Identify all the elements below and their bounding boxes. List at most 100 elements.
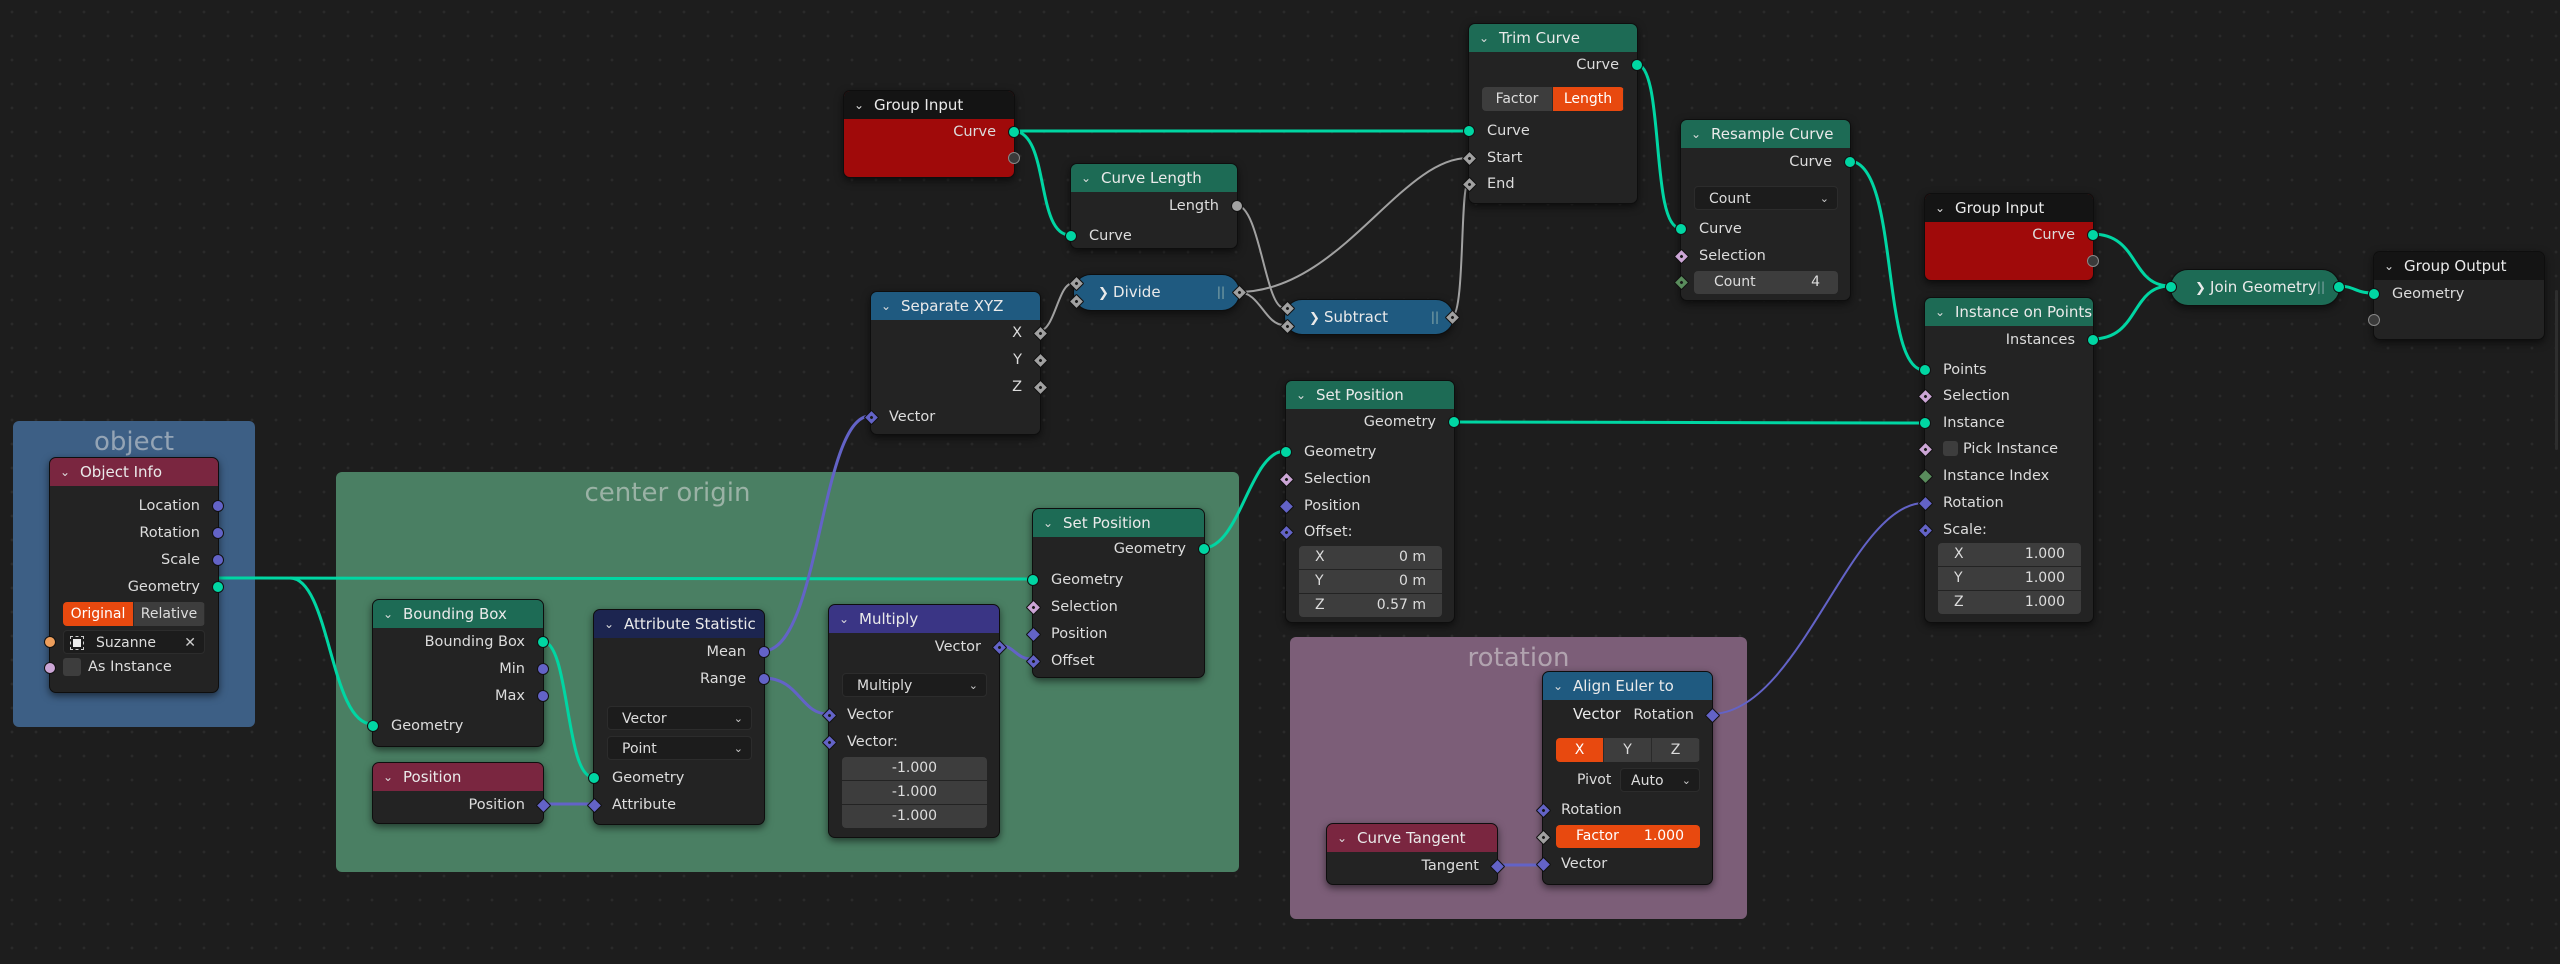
chevron-down-icon[interactable]: ⌄	[854, 91, 864, 119]
axis-y-button[interactable]: Y	[1604, 738, 1652, 762]
chevron-right-icon[interactable]: ❯	[1098, 286, 1113, 301]
socket-length[interactable]	[1231, 200, 1243, 212]
socket-as-instance[interactable]	[44, 662, 56, 674]
socket-geometry-in[interactable]	[2368, 288, 2380, 300]
node-object-info[interactable]: ⌄ Object Info Location Rotation Scale Geo…	[44, 457, 224, 693]
chevron-down-icon[interactable]: ⌄	[1691, 120, 1701, 148]
socket-scale[interactable]	[212, 554, 224, 566]
node-header[interactable]: ⌄ Group Input	[1925, 194, 2093, 222]
length-button[interactable]: Length	[1553, 87, 1624, 111]
scale-y-field[interactable]: Y 1.000	[1938, 567, 2081, 590]
node-group-input-1[interactable]: ⌄ Group Input Curve	[843, 90, 1020, 178]
node-header[interactable]: ⌄ Set Position	[1286, 381, 1454, 409]
socket-curve-out[interactable]	[1631, 59, 1643, 71]
chevron-down-icon[interactable]: ⌄	[1935, 298, 1945, 326]
socket-instance-in[interactable]	[1919, 417, 1931, 429]
axis-z-button[interactable]: Z	[1652, 738, 1700, 762]
node-header[interactable]: ⌄ Separate XYZ	[871, 292, 1040, 320]
pivot-dropdown[interactable]: Auto ⌄	[1620, 768, 1700, 792]
node-join-geometry[interactable]: ❯ Join Geometry ||	[2165, 269, 2345, 306]
socket-min[interactable]	[537, 663, 549, 675]
node-instance-on-points[interactable]: ⌄ Instance on Points Instances Points Sel…	[1917, 297, 2099, 623]
node-curve-length[interactable]: ⌄ Curve Length Length Curve	[1065, 163, 1243, 249]
socket-out[interactable]	[1231, 284, 1248, 301]
node-header[interactable]: ⌄ Bounding Box	[373, 600, 543, 628]
domain-dropdown[interactable]: Point ⌄	[607, 736, 752, 760]
socket-empty[interactable]	[2087, 255, 2099, 267]
node-header[interactable]: ⌄ Curve Length	[1071, 164, 1237, 192]
socket-geometry-in[interactable]	[1027, 574, 1039, 586]
chevron-down-icon[interactable]: ⌄	[839, 605, 849, 633]
node-header[interactable]: ⌄ Position	[373, 763, 543, 791]
node-header[interactable]: ⌄ Multiply	[829, 605, 999, 633]
node-header[interactable]: ⌄ Object Info	[50, 458, 218, 486]
socket-geometry[interactable]	[212, 581, 224, 593]
socket-curve[interactable]	[1008, 126, 1020, 138]
node-trim-curve[interactable]: ⌄ Trim Curve Curve Factor Length Curve St…	[1461, 23, 1643, 204]
resample-mode-dropdown[interactable]: Count ⌄	[1694, 186, 1838, 210]
socket-object[interactable]	[44, 636, 56, 648]
vector-x-field[interactable]: -1.000	[842, 757, 987, 780]
socket-in-1[interactable]	[1279, 300, 1296, 317]
data-type-dropdown[interactable]: Vector ⌄	[607, 706, 752, 730]
socket-max[interactable]	[537, 690, 549, 702]
socket-range[interactable]	[758, 673, 770, 685]
chevron-right-icon[interactable]: ❯	[1309, 311, 1324, 326]
node-header[interactable]: ⌄ Instance on Points	[1925, 298, 2093, 326]
node-multiply[interactable]: ⌄ Multiply Vector Multiply ⌄ Vector Vector…	[821, 604, 1008, 838]
chevron-down-icon[interactable]: ⌄	[1081, 164, 1091, 192]
socket-count-in[interactable]	[1673, 274, 1690, 291]
node-header[interactable]: ⌄ Attribute Statistic	[594, 610, 764, 638]
chevron-down-icon[interactable]: ⌄	[1935, 194, 1945, 222]
socket-curve-out[interactable]	[1844, 156, 1856, 168]
node-header[interactable]: ⌄ Curve Tangent	[1327, 824, 1497, 852]
socket-geometry-in[interactable]	[367, 720, 379, 732]
node-attribute-statistic[interactable]: ⌄ Attribute Statistic Mean Range Vector ⌄ …	[586, 609, 770, 825]
socket-empty[interactable]	[1008, 152, 1020, 164]
scale-z-field[interactable]: Z 1.000	[1938, 591, 2081, 614]
socket-mean[interactable]	[758, 646, 770, 658]
node-bounding-box[interactable]: ⌄ Bounding Box Bounding Box Min Max Geome…	[367, 599, 549, 747]
object-field[interactable]: Suzanne ✕	[63, 630, 205, 654]
node-subtract[interactable]: ❯ Subtract ||	[1279, 299, 1461, 335]
chevron-down-icon[interactable]: ⌄	[1553, 672, 1563, 700]
socket-instances-out[interactable]	[2087, 334, 2099, 346]
socket-geometry-out[interactable]	[1198, 543, 1210, 555]
chevron-down-icon[interactable]: ⌄	[604, 610, 614, 638]
vertical-scrollbar[interactable]	[2555, 290, 2558, 450]
chevron-down-icon[interactable]: ⌄	[1296, 381, 1306, 409]
node-separate-xyz[interactable]: ⌄ Separate XYZ X Y Z Vector	[863, 291, 1049, 435]
node-header[interactable]: ⌄ Group Input	[844, 91, 1014, 119]
node-header[interactable]: ⌄ Set Position	[1033, 509, 1204, 537]
node-header[interactable]: ⌄ Trim Curve	[1469, 24, 1637, 52]
node-header[interactable]: ⌄ Group Output	[2374, 252, 2544, 280]
node-resample-curve[interactable]: ⌄ Resample Curve Curve Count ⌄ Curve Selec…	[1673, 119, 1856, 301]
socket-empty[interactable]	[2368, 314, 2380, 326]
socket-in-2[interactable]	[1068, 293, 1085, 310]
socket-curve-in[interactable]	[1463, 125, 1475, 137]
vector-z-field[interactable]: -1.000	[842, 805, 987, 828]
socket-geometry-in[interactable]	[2165, 281, 2177, 293]
chevron-down-icon[interactable]: ⌄	[1479, 24, 1489, 52]
original-button[interactable]: Original	[63, 602, 134, 626]
offset-z-field[interactable]: Z 0.57 m	[1299, 594, 1442, 617]
node-header[interactable]: ⌄ Align Euler to Vector	[1543, 672, 1712, 723]
socket-geometry-out[interactable]	[2333, 281, 2345, 293]
socket-out[interactable]	[1444, 309, 1461, 326]
chevron-down-icon[interactable]: ⌄	[881, 292, 891, 320]
node-set-position-inner[interactable]: ⌄ Set Position Geometry Geometry Selectio…	[1025, 508, 1210, 678]
chevron-down-icon[interactable]: ⌄	[2384, 252, 2394, 280]
socket-location[interactable]	[212, 500, 224, 512]
factor-button[interactable]: Factor	[1482, 87, 1553, 111]
socket-in-1[interactable]	[1068, 275, 1085, 292]
chevron-down-icon[interactable]: ⌄	[383, 763, 393, 791]
offset-y-field[interactable]: Y 0 m	[1299, 570, 1442, 593]
socket-in-2[interactable]	[1279, 318, 1296, 335]
chevron-down-icon[interactable]: ⌄	[383, 600, 393, 628]
scale-x-field[interactable]: X 1.000	[1938, 543, 2081, 566]
socket-curve-in[interactable]	[1675, 223, 1687, 235]
node-curve-tangent[interactable]: ⌄ Curve Tangent Tangent	[1326, 823, 1506, 885]
chevron-down-icon[interactable]: ⌄	[60, 458, 70, 486]
socket-points-in[interactable]	[1919, 364, 1931, 376]
socket-bounding-box[interactable]	[537, 636, 549, 648]
